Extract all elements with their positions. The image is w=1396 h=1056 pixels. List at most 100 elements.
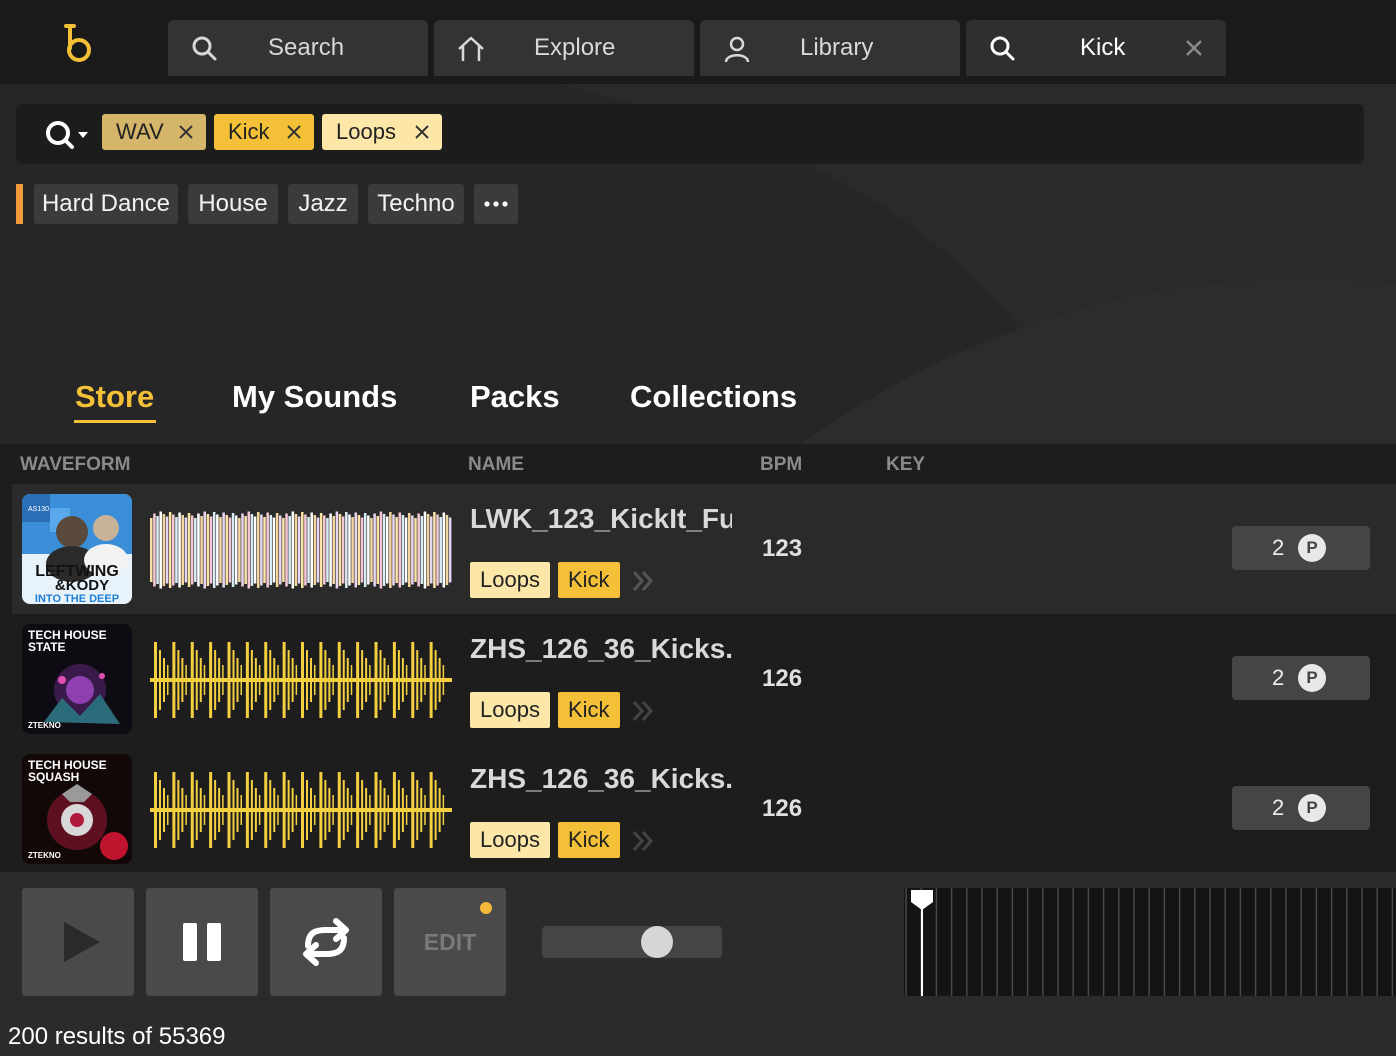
waveform-bar: [241, 513, 244, 587]
loop-button[interactable]: [270, 888, 382, 996]
column-header-name[interactable]: NAME: [468, 454, 524, 476]
sample-name[interactable]: ZHS_126_36_Kicks.wav: [470, 762, 732, 796]
waveform-bar: [445, 515, 449, 585]
more-tags-icon[interactable]: [630, 828, 656, 854]
waveform-bar: [294, 514, 298, 586]
sample-name[interactable]: LWK_123_KickIt_Full.wav: [470, 502, 732, 536]
tag-kick[interactable]: Kick: [558, 822, 620, 858]
credit-count: 2: [1272, 535, 1285, 560]
pack-artwork-image: AS130 LEFTWING &KODY INTO THE DEEP: [22, 494, 132, 604]
waveform-bar: [209, 516, 213, 584]
sample-name[interactable]: ZHS_126_36_Kicks.wav: [470, 632, 732, 666]
waveform-bar: [253, 516, 257, 584]
tab-collections[interactable]: Collections: [630, 378, 797, 416]
brand-logo-icon[interactable]: [52, 20, 100, 68]
tab-my-sounds[interactable]: My Sounds: [232, 378, 397, 416]
tag-loops[interactable]: Loops: [470, 822, 550, 858]
waveform[interactable]: [150, 640, 452, 720]
pack-artwork[interactable]: AS130 LEFTWING &KODY INTO THE DEEP: [22, 494, 132, 604]
ellipsis-icon: [484, 201, 508, 207]
tag-loops[interactable]: Loops: [470, 562, 550, 598]
filter-chip-loops[interactable]: Loops: [322, 114, 442, 150]
pack-artwork[interactable]: TECH HOUSE STATE ZTEKNO: [22, 624, 132, 734]
credits-button[interactable]: 2 P: [1232, 526, 1370, 570]
credit-icon: P: [1298, 794, 1326, 822]
waveform-bar: [367, 515, 370, 585]
waveform-bar: [266, 512, 269, 588]
close-icon[interactable]: [1180, 34, 1208, 62]
remove-filter-icon[interactable]: [178, 124, 194, 140]
waveform-bar: [436, 514, 439, 586]
waveform-bar: [247, 511, 251, 589]
playhead-handle[interactable]: [911, 890, 933, 910]
tag-kick[interactable]: Kick: [558, 562, 620, 598]
tab-store[interactable]: Store: [75, 378, 154, 416]
waveform-bar: [238, 518, 241, 582]
volume-slider-knob[interactable]: [641, 926, 674, 958]
genre-house[interactable]: House: [188, 184, 278, 224]
waveform-bar: [404, 517, 408, 583]
waveform-bar: [407, 513, 411, 587]
waveform-bar: [165, 516, 169, 584]
column-header-bpm[interactable]: BPM: [760, 454, 802, 476]
waveform-bar: [175, 517, 178, 583]
search-filter-bar[interactable]: WAV Kick Loops: [16, 104, 1364, 164]
filter-chip-kick[interactable]: Kick: [214, 114, 314, 150]
table-row[interactable]: AS130 LEFTWING &KODY INTO THE DEEP LWK_1…: [12, 484, 1396, 614]
remove-filter-icon[interactable]: [414, 124, 430, 140]
genre-jazz[interactable]: Jazz: [288, 184, 358, 224]
waveform[interactable]: [150, 770, 452, 850]
tab-search[interactable]: Search: [168, 20, 428, 76]
playback-timeline[interactable]: [904, 888, 1396, 996]
search-icon: [990, 36, 1015, 61]
filter-chip-wav[interactable]: WAV: [102, 114, 206, 150]
table-row[interactable]: TECH HOUSE STATE ZTEKNO ZHS_126_36_Kicks…: [12, 614, 1396, 744]
more-tags-icon[interactable]: [630, 698, 656, 724]
waveform-bar: [395, 517, 398, 583]
volume-slider[interactable]: [542, 926, 722, 958]
tag-kick[interactable]: Kick: [558, 692, 620, 728]
waveform-bar: [234, 515, 238, 585]
column-header-waveform[interactable]: WAVEFORM: [20, 454, 130, 476]
pause-button[interactable]: [146, 888, 258, 996]
remove-filter-icon[interactable]: [286, 124, 302, 140]
credits-button[interactable]: 2 P: [1232, 786, 1370, 830]
more-tags-icon[interactable]: [630, 568, 656, 594]
tab-kick[interactable]: Kick: [966, 20, 1226, 76]
waveform-bar: [411, 515, 414, 585]
waveform-bar: [376, 516, 380, 584]
edit-button[interactable]: EDIT: [394, 888, 506, 996]
waveform-bar: [206, 514, 210, 586]
waveform-bar: [304, 514, 307, 586]
tag-loops[interactable]: Loops: [470, 692, 550, 728]
column-header-key[interactable]: KEY: [886, 454, 925, 476]
play-button[interactable]: [22, 888, 134, 996]
tab-packs[interactable]: Packs: [470, 378, 560, 416]
credits-button[interactable]: 2 P: [1232, 656, 1370, 700]
credit-icon: P: [1298, 664, 1326, 692]
waveform-bar: [332, 516, 336, 584]
waveform-bar: [150, 518, 153, 582]
waveform-bar: [190, 515, 194, 585]
waveform[interactable]: [150, 510, 452, 590]
waveform-bar: [187, 513, 191, 587]
waveform-bar: [263, 517, 266, 583]
waveform-bar: [222, 512, 225, 588]
waveform-bar: [162, 514, 166, 586]
genre-techno[interactable]: Techno: [368, 184, 464, 224]
waveform-bar: [345, 512, 348, 588]
art-line: SQUASH: [28, 770, 79, 784]
genre-hard-dance[interactable]: Hard Dance: [34, 184, 178, 224]
waveform-bar: [288, 516, 291, 584]
genre-row-marker: [16, 184, 23, 224]
pack-artwork-image: TECH HOUSE STATE ZTEKNO: [22, 624, 132, 734]
table-row[interactable]: TECH HOUSE SQUASH ZTEKNO ZHS_126_36_Kick…: [12, 744, 1396, 874]
art-brand: ZTEKNO: [28, 721, 61, 730]
waveform-bar: [269, 515, 273, 585]
tab-library[interactable]: Library: [700, 20, 960, 76]
search-dropdown-icon[interactable]: [44, 118, 94, 152]
pack-artwork[interactable]: TECH HOUSE SQUASH ZTEKNO: [22, 754, 132, 864]
bpm-value: 126: [762, 795, 803, 822]
tab-explore[interactable]: Explore: [434, 20, 694, 76]
genre-more-button[interactable]: [474, 184, 518, 224]
